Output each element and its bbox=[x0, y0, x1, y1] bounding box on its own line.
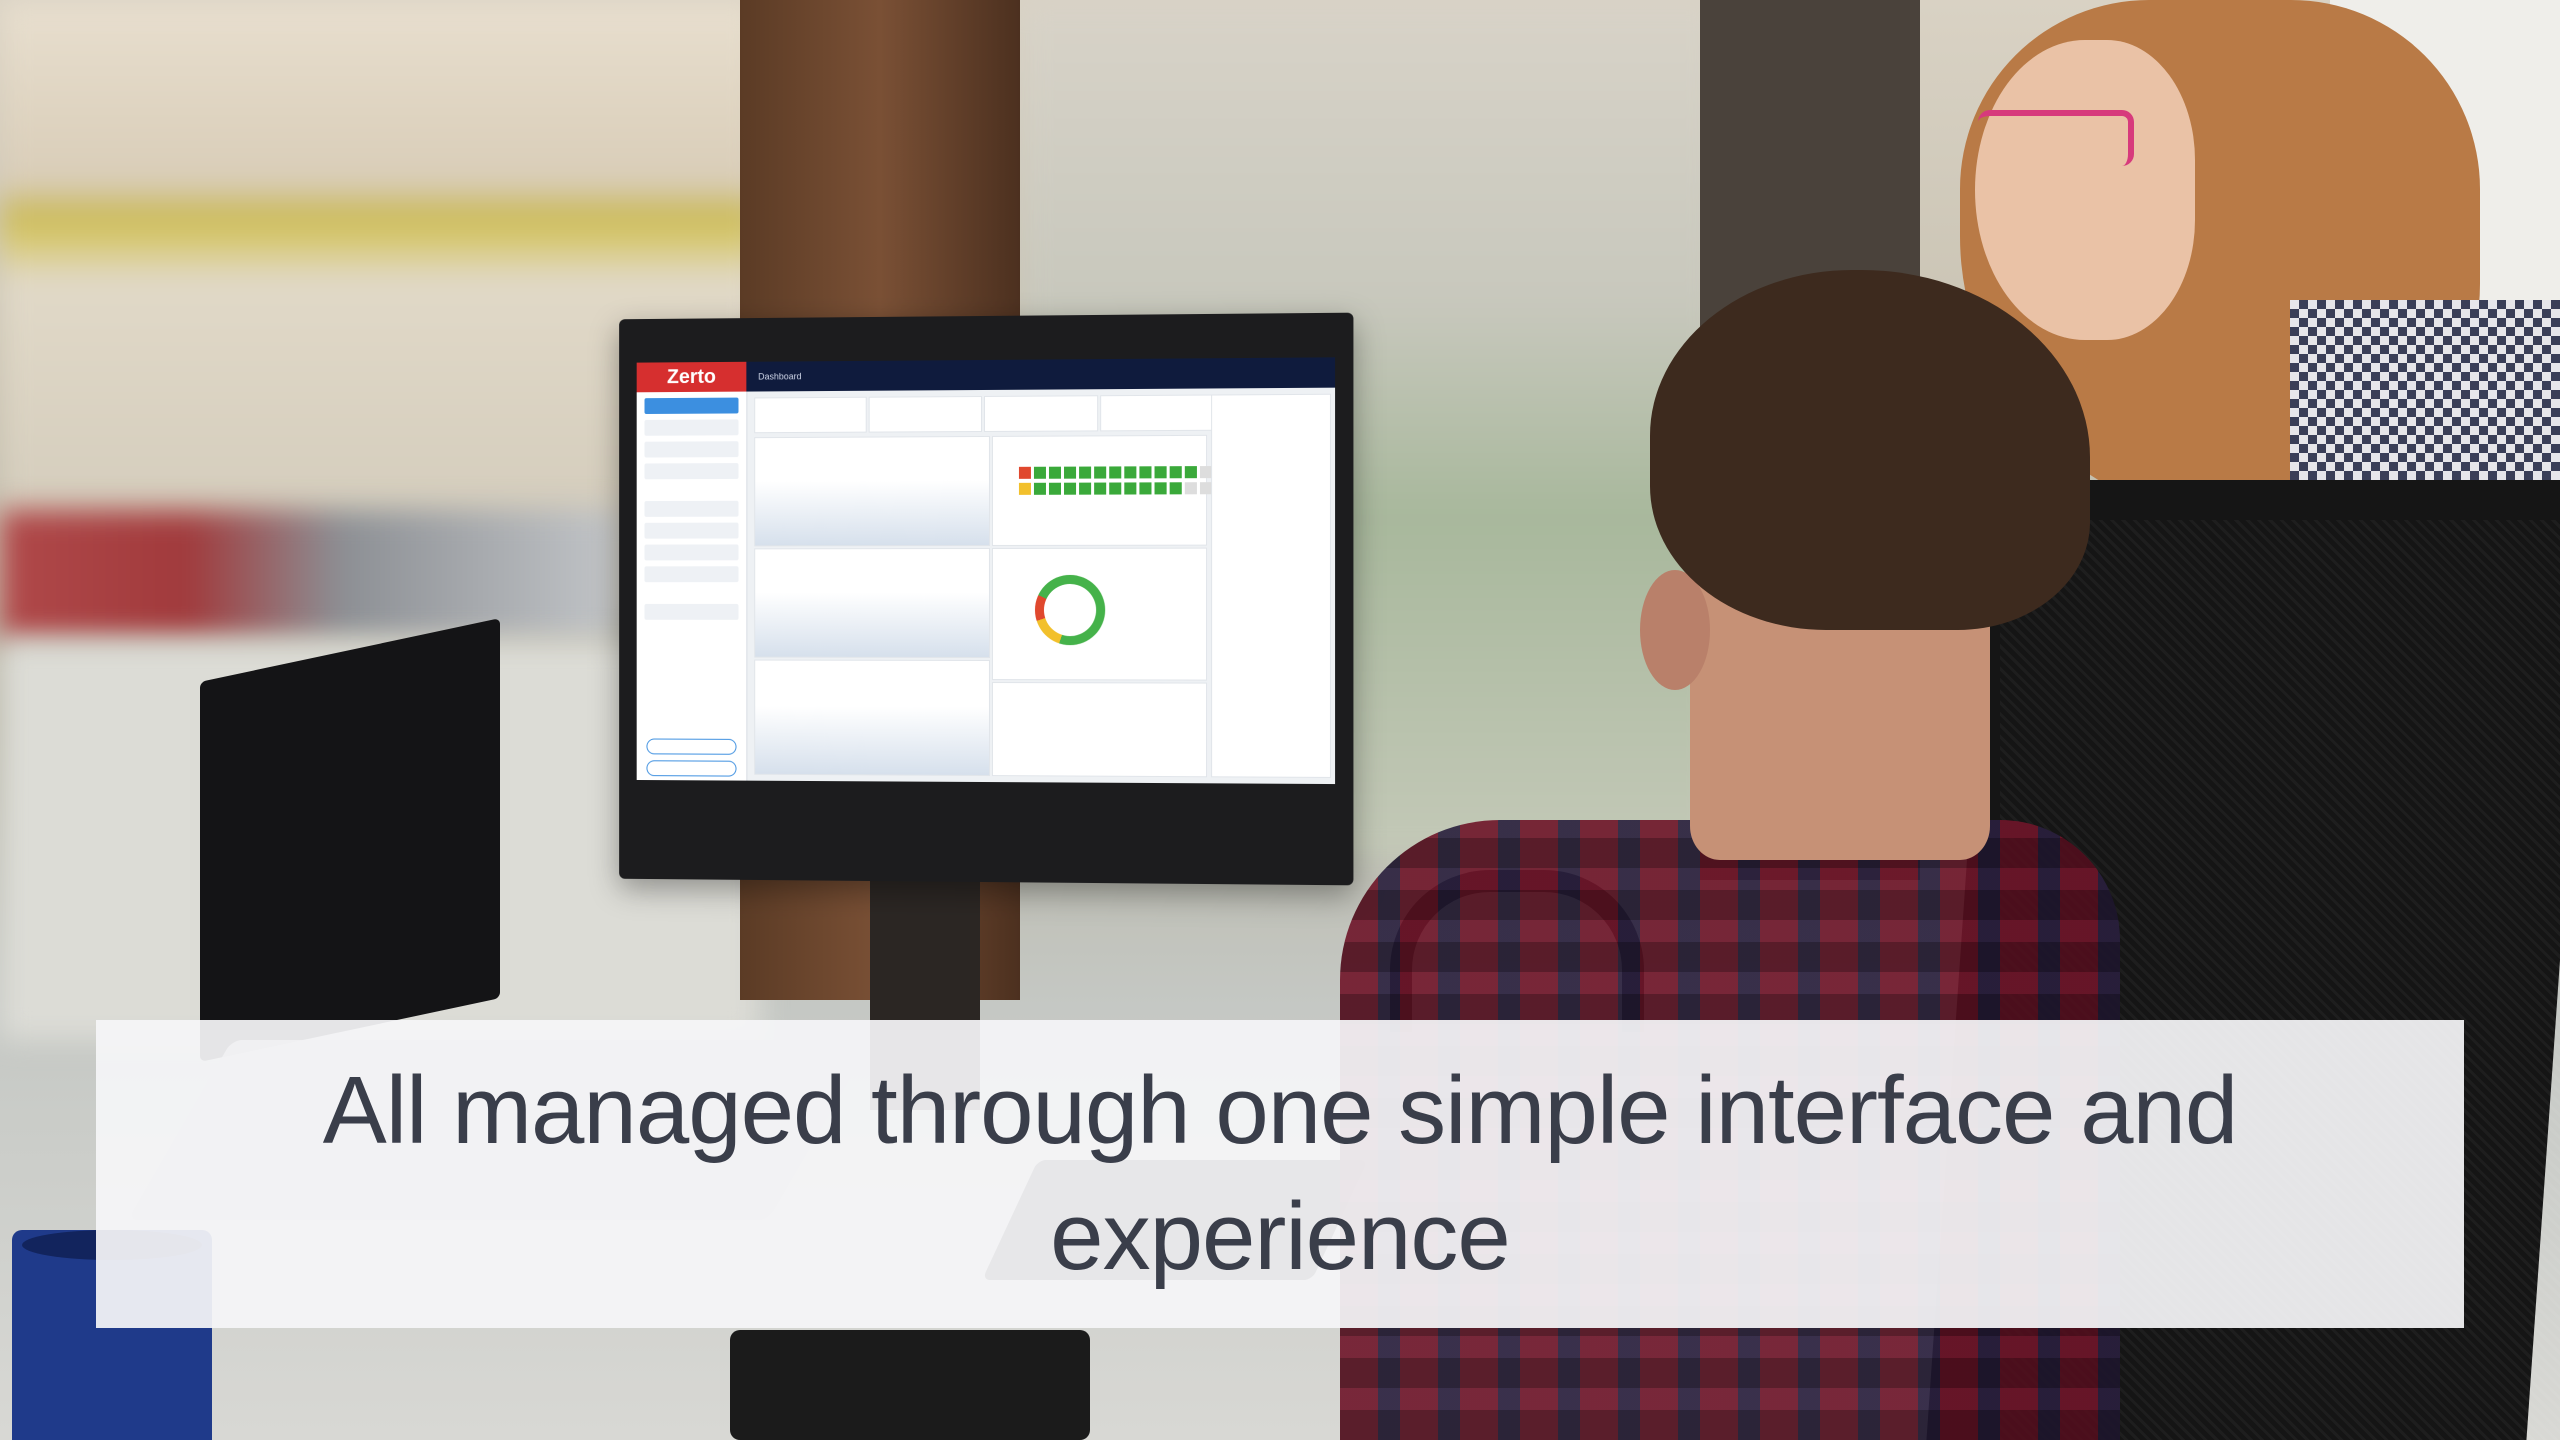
laptop-screen bbox=[200, 618, 500, 1062]
kpi-card bbox=[754, 396, 867, 434]
kpi-card bbox=[868, 396, 982, 433]
health-grid-row bbox=[1018, 466, 1213, 479]
dashboard-topbar: Zerto Dashboard bbox=[636, 357, 1336, 393]
pink-glasses bbox=[1978, 110, 2134, 166]
sidebar-item bbox=[644, 441, 739, 458]
kpi-card bbox=[1100, 394, 1216, 432]
alerts-panel bbox=[1211, 393, 1331, 778]
kpi-card bbox=[983, 395, 1099, 432]
health-panel bbox=[991, 434, 1213, 546]
sidebar-item bbox=[644, 603, 739, 620]
dashboard-screen: Zerto Dashboard bbox=[636, 357, 1336, 785]
dashboard-sidebar bbox=[636, 391, 748, 785]
chart-panel bbox=[754, 547, 990, 659]
health-grid-row bbox=[1018, 482, 1213, 495]
sidebar-pill bbox=[646, 760, 737, 777]
woman-face bbox=[1975, 40, 2195, 340]
caption-text: All managed through one simple interface… bbox=[322, 1057, 2239, 1290]
sidebar-item bbox=[644, 544, 739, 561]
sidebar-item bbox=[644, 397, 739, 415]
sidebar-item bbox=[644, 566, 739, 583]
chart-panel bbox=[754, 659, 990, 777]
sidebar-pill bbox=[646, 738, 737, 755]
tablet bbox=[730, 1330, 1090, 1440]
man-ear bbox=[1640, 570, 1710, 690]
caption-banner: All managed through one simple interface… bbox=[96, 1020, 2464, 1328]
status-donut bbox=[1034, 574, 1106, 646]
brand-logo: Zerto bbox=[636, 361, 747, 393]
donut-panel bbox=[991, 547, 1208, 681]
monitor: Zerto Dashboard bbox=[619, 312, 1354, 886]
sidebar-item bbox=[644, 500, 739, 517]
sidebar-pill bbox=[646, 782, 737, 785]
chart-panel bbox=[754, 435, 990, 547]
breadcrumb: Dashboard bbox=[758, 371, 802, 382]
sidebar-item bbox=[644, 463, 739, 480]
background-cars bbox=[0, 510, 620, 640]
topology-panel bbox=[991, 682, 1208, 778]
sidebar-item bbox=[644, 522, 739, 539]
sidebar-item bbox=[644, 419, 739, 436]
